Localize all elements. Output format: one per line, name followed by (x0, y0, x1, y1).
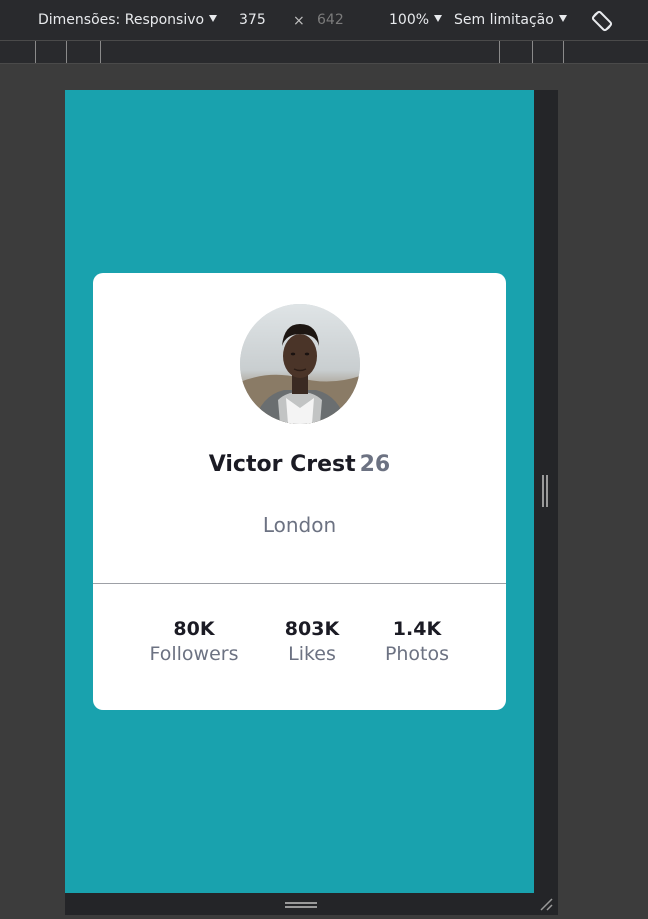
dimensions-dropdown[interactable]: Dimensões: Responsivo (38, 12, 218, 28)
device-viewport: Victor Crest 26 London 80K Followers 803K… (65, 90, 534, 893)
zoom-dropdown[interactable]: 100% (389, 12, 443, 28)
height-input[interactable]: 642 (317, 12, 344, 28)
rotate-button[interactable] (590, 9, 614, 37)
resize-handle-right[interactable] (534, 90, 558, 893)
resize-handle-bottom[interactable] (65, 893, 558, 915)
ruler-tick[interactable] (563, 41, 564, 63)
zoom-label: 100% (389, 12, 430, 28)
devtools-toolbar: Dimensões: Responsivo 375 × 642 100% Sem… (0, 0, 648, 41)
dimensions-label: Dimensões: Responsivo (38, 12, 205, 28)
chevron-down-icon (209, 15, 218, 22)
resize-handle-corner[interactable] (538, 896, 554, 912)
avatar (240, 304, 360, 424)
stat-value: 803K (284, 618, 340, 640)
throttle-dropdown[interactable]: Sem limitação (454, 12, 567, 28)
throttle-label: Sem limitação (454, 12, 554, 28)
ruler-tick[interactable] (35, 41, 36, 63)
stat-value: 1.4K (392, 618, 442, 640)
profile-card: Victor Crest 26 London 80K Followers 803K… (93, 273, 506, 710)
times-separator: × (293, 13, 305, 29)
stat-value: 80K (173, 618, 215, 640)
avatar-photo (240, 304, 360, 424)
corner-resize-icon (540, 898, 553, 911)
stat-likes: 803K Likes (273, 617, 351, 667)
profile-name-line: Victor Crest 26 (93, 452, 506, 477)
rotate-icon (591, 10, 613, 32)
stat-followers: 80K Followers (140, 617, 248, 667)
chevron-down-icon (558, 15, 567, 22)
width-input[interactable]: 375 (239, 12, 266, 28)
profile-name: Victor Crest (208, 452, 356, 477)
stat-label: Likes (288, 643, 336, 665)
profile-age: 26 (359, 452, 391, 477)
resize-grip-icon (285, 902, 317, 908)
divider (93, 583, 506, 584)
stat-label: Followers (149, 643, 239, 665)
profile-location: London (262, 513, 337, 537)
media-query-ruler (0, 41, 648, 64)
ruler-tick[interactable] (66, 41, 67, 63)
ruler-tick[interactable] (532, 41, 533, 63)
chevron-down-icon (434, 15, 443, 22)
ruler-tick[interactable] (100, 41, 101, 63)
stat-photos: 1.4K Photos (375, 617, 459, 667)
stat-label: Photos (384, 643, 450, 665)
resize-grip-icon (542, 475, 548, 507)
ruler-tick[interactable] (499, 41, 500, 63)
